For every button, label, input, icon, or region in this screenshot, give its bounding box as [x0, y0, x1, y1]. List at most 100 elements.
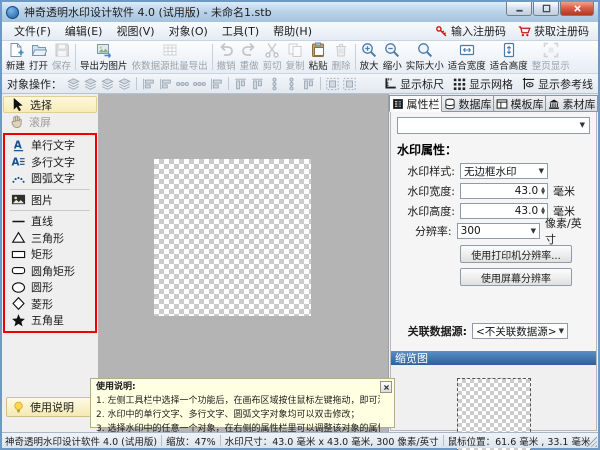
redo-icon [241, 42, 257, 58]
tool-label: 多行文字 [31, 155, 75, 169]
datasource-dropdown[interactable]: <不关联数据源> ▼ [472, 323, 568, 339]
multi-text-tool-button[interactable]: A 多行文字 [5, 154, 95, 171]
image-tool-button[interactable]: 图片 [5, 192, 95, 209]
rect-tool-button[interactable]: 矩形 [5, 246, 95, 263]
star-tool-button[interactable]: 五角星 [5, 312, 95, 329]
actual-size-button[interactable]: 实际大小 [404, 41, 446, 73]
toolbar-separator [228, 77, 229, 90]
template-icon [496, 98, 508, 110]
grid-icon [453, 77, 466, 90]
whole-page-icon [543, 42, 559, 58]
batch-export-button: 依数据源批量导出 [130, 41, 210, 73]
tab-material[interactable]: 素材库 [546, 95, 598, 112]
property-row: 水印宽度: 43.0 ▲ ▼ 毫米 [397, 183, 590, 199]
star-icon [11, 313, 26, 328]
thumbnail-area [391, 365, 596, 450]
close-button[interactable] [560, 2, 594, 16]
tab-template[interactable]: 模板库 [494, 95, 546, 112]
property-spinner[interactable]: 43.0 ▲ ▼ [460, 203, 548, 219]
diamond-tool-button[interactable]: 菱形 [5, 296, 95, 313]
open-folder-button[interactable]: 打开 [27, 41, 50, 73]
bring-forward-icon [83, 77, 98, 91]
circle-tool-button[interactable]: 圆形 [5, 279, 95, 296]
property-row: 分辨率: 300 ▼ 像素/英寸 [397, 217, 590, 246]
grid-toggle[interactable]: 显示网格 [453, 76, 513, 92]
status-separator [442, 435, 444, 446]
tab-properties[interactable]: 属性栏 [389, 95, 442, 112]
delete-icon [333, 42, 349, 58]
watermark-properties-title: 水印属性： [397, 143, 458, 157]
zoom-in-button[interactable]: 放大 [358, 41, 381, 73]
printer-resolution-button[interactable]: 使用打印机分辨率... [460, 245, 572, 263]
chevron-down-icon: ▼ [530, 226, 537, 235]
menu-item-2[interactable]: 视图(V) [109, 22, 161, 40]
menu-item-5[interactable]: 帮助(H) [266, 22, 319, 40]
rect-icon [11, 247, 26, 262]
menu-bar: 文件(F) 编辑(E) 视图(V) 对象(O) 工具(T) 帮助(H) 输入注册码 获取注册… [2, 22, 598, 41]
undo-button: 撤销 [215, 41, 238, 73]
main-toolbar: 新建 打开 保存 导出为图片 依数据源批量导出 撤销 重做 剪切 复制 粘贴 删除 放大 缩小 实际大小适… [2, 41, 598, 74]
group-icon [325, 77, 340, 91]
property-dropdown[interactable]: 无边框水印 ▼ [460, 163, 548, 179]
tool-label: 三角形 [31, 231, 64, 245]
align-center-h-icon [158, 77, 173, 91]
property-rows: 水印样式: 无边框水印 ▼ 水印宽度: 43.0 ▲ ▼ 毫米 水印高度: 43.0 ▲ ▼ 毫米分… [397, 163, 590, 246]
menu-item-0[interactable]: 文件(F) [7, 22, 58, 40]
toolbar-separator [136, 77, 137, 90]
note-line: 3. 选择水印中的任意一个对象，在右侧的属性栏里可以调整该对象的属性。 [96, 423, 380, 434]
cart-link[interactable]: 获取注册码 [518, 23, 589, 39]
spinner-arrows-icon[interactable]: ▲ ▼ [541, 187, 545, 196]
bring-front-icon [66, 77, 81, 91]
paste-icon [310, 42, 326, 58]
fit-width-button[interactable]: 适合宽度 [446, 41, 488, 73]
right-panel: 属性栏 数据库 模板库 素材库 ▼ 水印属性： 水印样式: 无边框水印 ▼ 水印宽度: 43.… [388, 94, 598, 450]
new-file-button[interactable]: 新建 [4, 41, 27, 73]
watermark-canvas[interactable] [154, 159, 311, 316]
save-icon [54, 42, 70, 58]
key-link[interactable]: 输入注册码 [435, 23, 506, 39]
ruler-toggle[interactable]: 显示标尺 [384, 76, 444, 92]
export-image-button[interactable]: 导出为图片 [78, 41, 130, 73]
select-tool-button[interactable]: 选择 [3, 96, 97, 113]
round-rect-tool-button[interactable]: 圆角矩形 [5, 263, 95, 280]
zoom-out-icon [384, 42, 400, 58]
datasource-label: 关联数据源: [407, 325, 467, 338]
fit-height-button[interactable]: 适合高度 [488, 41, 530, 73]
maximize-button[interactable] [533, 2, 559, 16]
single-text-tool-button[interactable]: A 单行文字 [5, 137, 95, 154]
thumbnail-title: 缩览图 [395, 352, 428, 365]
spinner-arrows-icon[interactable]: ▲ ▼ [541, 207, 545, 216]
align-left-icon [141, 77, 156, 91]
arc-text-tool-button[interactable]: 圆弧文字 [5, 170, 95, 187]
line-icon [11, 214, 26, 229]
paste-button[interactable]: 粘贴 [307, 41, 330, 73]
status-section-3: 鼠标位置：61.6 毫米 , 33.1 毫米 [447, 436, 591, 448]
tab-database[interactable]: 数据库 [442, 95, 494, 112]
toggle-label: 显示标尺 [400, 77, 444, 91]
menu-item-4[interactable]: 工具(T) [215, 22, 266, 40]
guides-toggle[interactable]: 显示参考线 [522, 76, 593, 92]
menu-item-1[interactable]: 编辑(E) [58, 22, 110, 40]
help-button[interactable]: 使用说明 [6, 397, 92, 417]
line-tool-button[interactable]: 直线 [5, 213, 95, 230]
property-dropdown[interactable]: 300 ▼ [456, 223, 541, 239]
note-close-button[interactable] [380, 381, 392, 393]
screen-resolution-button[interactable]: 使用屏幕分辨率 [460, 268, 572, 286]
triangle-tool-button[interactable]: 三角形 [5, 230, 95, 247]
tool-label: 圆弧文字 [31, 172, 75, 186]
cart-icon [518, 25, 531, 38]
equal-space-v-icon [267, 77, 282, 91]
tool-sidebar: 选择 滚屏 A 单行文字 A 多行文字 圆弧文字 图片 直线 三角形 矩形 圆角矩形 圆形 菱形 五角星… [2, 94, 99, 432]
open-folder-icon [31, 42, 47, 58]
resolution-buttons: 使用打印机分辨率... 使用屏幕分辨率 [397, 243, 590, 289]
copy-icon [287, 42, 303, 58]
minimize-button[interactable] [506, 2, 532, 16]
toolbar-button-label: 保存 [52, 61, 72, 72]
menu-item-3[interactable]: 对象(O) [162, 22, 215, 40]
property-spinner[interactable]: 43.0 ▲ ▼ [460, 183, 548, 199]
bulb-icon [12, 401, 25, 414]
window-controls [505, 2, 594, 16]
zoom-out-button[interactable]: 缩小 [381, 41, 404, 73]
object-selector-dropdown[interactable]: ▼ [397, 117, 590, 134]
toolbar-button-label: 依数据源批量导出 [131, 61, 208, 72]
